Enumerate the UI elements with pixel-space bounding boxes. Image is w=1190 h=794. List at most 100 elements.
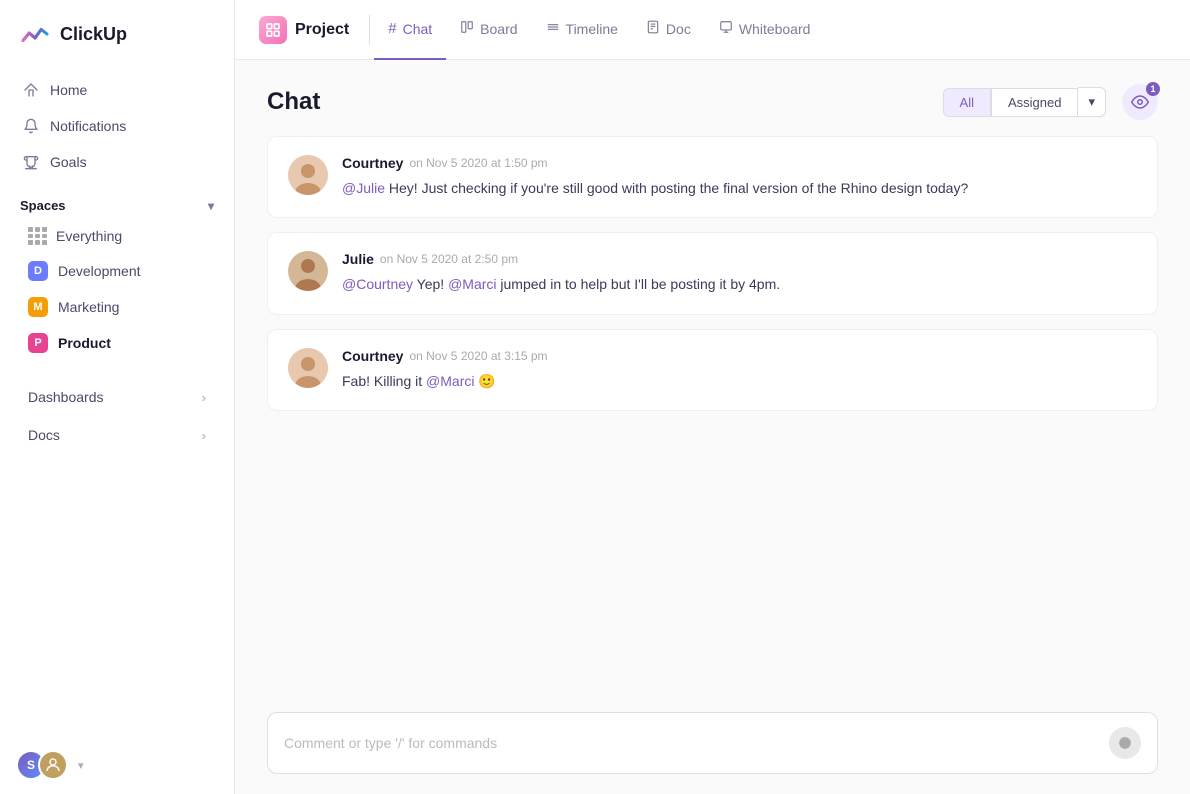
messages-list: Courtney on Nov 5 2020 at 1:50 pm @Julie… bbox=[267, 136, 1158, 696]
trophy-icon bbox=[22, 153, 40, 171]
filter-assigned-button[interactable]: Assigned bbox=[991, 88, 1078, 117]
message-3-time: on Nov 5 2020 at 3:15 pm bbox=[409, 349, 547, 363]
chat-section: Chat All Assigned ▾ 1 bbox=[235, 60, 1190, 696]
message-2-header: Julie on Nov 5 2020 at 2:50 pm bbox=[342, 251, 1137, 267]
space-development-label: Development bbox=[58, 263, 141, 279]
development-dot: D bbox=[28, 261, 48, 281]
space-everything-label: Everything bbox=[56, 228, 122, 244]
nav-home-label: Home bbox=[50, 82, 87, 98]
space-marketing-label: Marketing bbox=[58, 299, 119, 315]
avatar-stack: S bbox=[16, 750, 68, 780]
message-2-content: Julie on Nov 5 2020 at 2:50 pm @Courtney… bbox=[342, 251, 1137, 295]
bell-icon bbox=[22, 117, 40, 135]
product-dot: P bbox=[28, 333, 48, 353]
comment-input-box: Comment or type '/' for commands bbox=[267, 712, 1158, 774]
tab-doc-label: Doc bbox=[666, 21, 691, 37]
sidebar-item-notifications[interactable]: Notifications bbox=[12, 108, 222, 144]
send-button[interactable] bbox=[1109, 727, 1141, 759]
message-3-body-pre: Fab! Killing it bbox=[342, 373, 426, 389]
sidebar-item-docs[interactable]: Docs › bbox=[8, 417, 226, 453]
tab-timeline[interactable]: Timeline bbox=[532, 0, 632, 60]
message-2-text: @Courtney Yep! @Marci jumped in to help … bbox=[342, 273, 1137, 295]
space-item-everything[interactable]: Everything bbox=[8, 219, 226, 253]
tab-divider bbox=[369, 15, 370, 45]
message-2-author: Julie bbox=[342, 251, 374, 267]
chat-title: Chat bbox=[267, 88, 320, 116]
avatar-courtney-2 bbox=[288, 348, 328, 388]
tab-whiteboard[interactable]: Whiteboard bbox=[705, 0, 825, 60]
chat-tab-icon: # bbox=[388, 20, 396, 37]
timeline-tab-icon bbox=[546, 20, 560, 38]
tab-board[interactable]: Board bbox=[446, 0, 531, 60]
message-2-body-pre: Yep! bbox=[417, 276, 448, 292]
space-item-marketing[interactable]: M Marketing bbox=[8, 289, 226, 325]
nav-notifications-label: Notifications bbox=[50, 118, 126, 134]
project-icon bbox=[259, 16, 287, 44]
sidebar-item-dashboards[interactable]: Dashboards › bbox=[8, 379, 226, 415]
message-3-header: Courtney on Nov 5 2020 at 3:15 pm bbox=[342, 348, 1137, 364]
docs-label: Docs bbox=[28, 427, 60, 443]
mention-courtney: @Courtney bbox=[342, 276, 413, 292]
chat-header: Chat All Assigned ▾ 1 bbox=[267, 84, 1158, 120]
message-1-time: on Nov 5 2020 at 1:50 pm bbox=[409, 156, 547, 170]
nav-section: Home Notifications Goals bbox=[0, 68, 234, 184]
space-product-label: Product bbox=[58, 335, 111, 351]
message-1-text: @Julie Hey! Just checking if you're stil… bbox=[342, 177, 1137, 199]
tab-timeline-label: Timeline bbox=[566, 21, 618, 37]
tab-chat-label: Chat bbox=[403, 21, 433, 37]
doc-tab-icon bbox=[646, 20, 660, 38]
message-1-author: Courtney bbox=[342, 155, 403, 171]
filter-all-button[interactable]: All bbox=[943, 88, 991, 117]
watch-badge: 1 bbox=[1146, 82, 1160, 96]
message-3-content: Courtney on Nov 5 2020 at 3:15 pm Fab! K… bbox=[342, 348, 1137, 392]
watch-button[interactable]: 1 bbox=[1122, 84, 1158, 120]
sidebar-item-home[interactable]: Home bbox=[12, 72, 222, 108]
footer-chevron-icon: ▾ bbox=[78, 759, 84, 772]
tab-board-label: Board bbox=[480, 21, 517, 37]
space-item-development[interactable]: D Development bbox=[8, 253, 226, 289]
spaces-list: Everything D Development M Marketing P P… bbox=[0, 219, 234, 361]
message-3: Courtney on Nov 5 2020 at 3:15 pm Fab! K… bbox=[267, 329, 1158, 411]
docs-arrow-icon: › bbox=[202, 428, 206, 443]
spaces-header[interactable]: Spaces ▾ bbox=[0, 184, 234, 219]
chat-filters: All Assigned ▾ bbox=[943, 87, 1106, 117]
mention-marci-1: @Marci bbox=[448, 276, 496, 292]
sidebar: ClickUp Home Notifications Goals Spaces … bbox=[0, 0, 235, 794]
spaces-label: Spaces bbox=[20, 198, 66, 213]
filter-dropdown-button[interactable]: ▾ bbox=[1078, 87, 1106, 117]
comment-area: Comment or type '/' for commands bbox=[235, 696, 1190, 794]
message-1-body: Hey! Just checking if you're still good … bbox=[389, 180, 968, 196]
spaces-chevron-icon: ▾ bbox=[208, 199, 214, 213]
message-3-body-emoji: 🙂 bbox=[478, 373, 495, 389]
space-item-product[interactable]: P Product bbox=[8, 325, 226, 361]
grid-icon bbox=[28, 227, 46, 245]
sidebar-footer: S ▾ bbox=[0, 736, 234, 794]
sidebar-item-goals[interactable]: Goals bbox=[12, 144, 222, 180]
project-title: Project bbox=[259, 16, 349, 44]
tab-whiteboard-label: Whiteboard bbox=[739, 21, 811, 37]
tab-chat[interactable]: # Chat bbox=[374, 0, 446, 60]
message-3-text: Fab! Killing it @Marci 🙂 bbox=[342, 370, 1137, 392]
logo[interactable]: ClickUp bbox=[0, 0, 234, 68]
avatar-julie bbox=[288, 251, 328, 291]
marketing-dot: M bbox=[28, 297, 48, 317]
message-3-author: Courtney bbox=[342, 348, 403, 364]
main-content: Project # Chat Board Timeline Doc bbox=[235, 0, 1190, 794]
message-1-content: Courtney on Nov 5 2020 at 1:50 pm @Julie… bbox=[342, 155, 1137, 199]
project-name: Project bbox=[295, 21, 349, 39]
topbar: Project # Chat Board Timeline Doc bbox=[235, 0, 1190, 60]
mention-julie: @Julie bbox=[342, 180, 385, 196]
avatar-courtney-1 bbox=[288, 155, 328, 195]
eye-icon bbox=[1131, 93, 1149, 111]
whiteboard-tab-icon bbox=[719, 20, 733, 38]
message-1-header: Courtney on Nov 5 2020 at 1:50 pm bbox=[342, 155, 1137, 171]
board-tab-icon bbox=[460, 20, 474, 38]
tab-doc[interactable]: Doc bbox=[632, 0, 705, 60]
chevron-down-icon: ▾ bbox=[1088, 94, 1095, 110]
comment-placeholder-text[interactable]: Comment or type '/' for commands bbox=[284, 735, 1099, 751]
message-1: Courtney on Nov 5 2020 at 1:50 pm @Julie… bbox=[267, 136, 1158, 218]
logo-text: ClickUp bbox=[60, 24, 127, 45]
message-2-time: on Nov 5 2020 at 2:50 pm bbox=[380, 252, 518, 266]
home-icon bbox=[22, 81, 40, 99]
avatar-secondary bbox=[38, 750, 68, 780]
